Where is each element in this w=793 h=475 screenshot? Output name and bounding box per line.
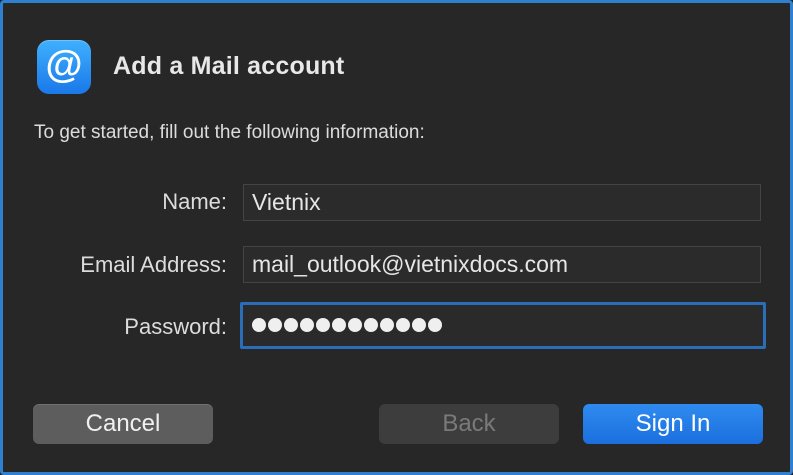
password-dots [252,311,442,339]
instructions-text: To get started, fill out the following i… [34,122,425,143]
password-dot [412,318,426,332]
dialog-title: Add a Mail account [113,52,345,80]
password-dot [332,318,346,332]
password-dot [252,318,266,332]
password-dot [380,318,394,332]
password-dot [300,318,314,332]
password-dot [284,318,298,332]
email-label: Email Address: [80,252,227,277]
password-label: Password: [124,314,227,339]
password-dot [428,318,442,332]
sign-in-button[interactable]: Sign In [583,404,763,444]
cancel-button[interactable]: Cancel [33,404,213,444]
name-input[interactable] [243,184,761,221]
password-dot [268,318,282,332]
password-dot [316,318,330,332]
back-button[interactable]: Back [379,404,559,444]
mail-at-sign-icon: @ [37,40,91,94]
add-mail-account-dialog: @ Add a Mail account To get started, fil… [0,0,793,475]
name-label: Name: [162,189,227,214]
password-dot [364,318,378,332]
email-input[interactable] [243,246,761,283]
password-dot [348,318,362,332]
password-dot [396,318,410,332]
